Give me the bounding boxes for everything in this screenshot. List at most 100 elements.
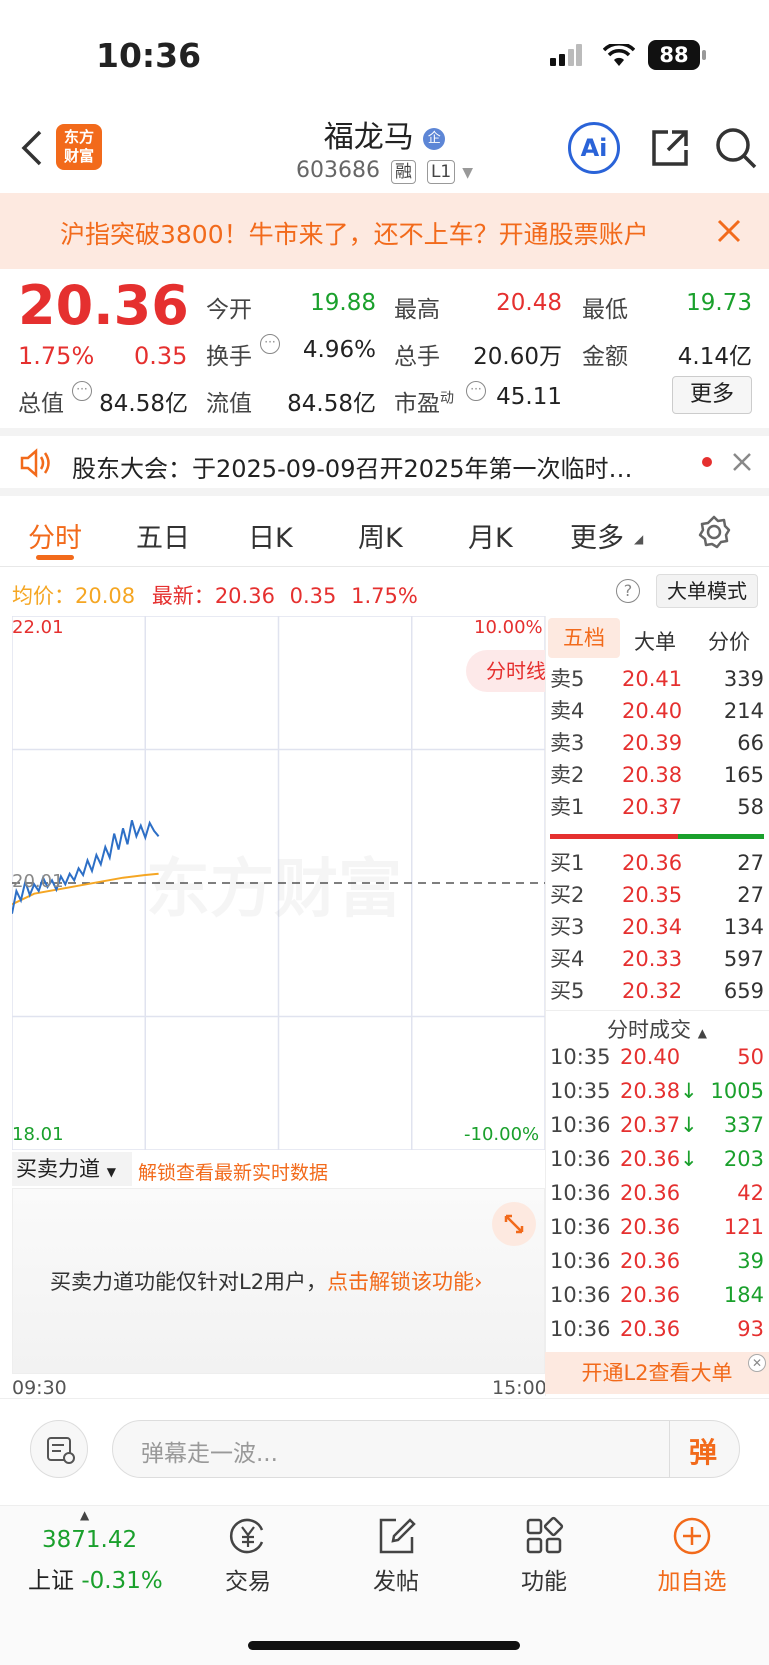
battery-icon: 88 [648,40,700,70]
nav-add-watchlist[interactable]: 加自选 [642,1516,742,1596]
chart-header: 均价：20.08 最新：20.36 0.35 1.75% [12,580,418,610]
l2-banner[interactable]: 开通L2查看大单 [545,1352,769,1394]
comment-input[interactable]: 弹幕走一波... 弹 [112,1420,740,1478]
low-label: 最低 [582,297,628,323]
avg-value: 20.08 [75,584,136,608]
tick-price: 20.36 [620,1317,681,1341]
big-order-mode-button[interactable]: 大单模式 [656,574,758,608]
caret-down-icon: ◢ [634,532,644,546]
pct-max-label: 10.00% [474,617,543,638]
tick-row: 10:35 20.40 50 [550,1040,764,1074]
notice-text[interactable]: 股东大会：于2025-09-09召开2025年第一次临时… [72,449,680,484]
force-dropdown[interactable]: 买卖力道 ▼ [12,1152,132,1186]
info-icon[interactable]: ··· [260,334,280,354]
home-indicator [248,1641,520,1650]
latest-value: 20.36 [214,584,275,608]
force-msg-link[interactable]: 点击解锁该功能 [327,1270,474,1294]
caret-down-icon: ▼ [106,1165,116,1179]
ask-label: 卖5 [550,667,585,691]
tick-volume: 184 [723,1283,764,1307]
ask-row[interactable]: 卖4 20.40 214 [550,695,764,727]
close-icon[interactable]: ✕ [748,1354,766,1372]
ask-row[interactable]: 卖3 20.39 66 [550,727,764,759]
close-icon[interactable] [732,452,752,476]
danmu-button[interactable]: 弹 [689,1431,717,1471]
open-label: 今开 [206,297,252,323]
ask-label: 卖1 [550,795,585,819]
orderbook-tab-five[interactable]: 五档 [548,618,620,658]
close-icon[interactable] [716,218,742,248]
info-icon[interactable]: ··· [72,381,92,401]
share-icon[interactable] [648,126,692,174]
change-percent: 1.75% [18,342,95,370]
chevron-right-icon: › [474,1270,483,1294]
intraday-line-button[interactable]: 分时线 [466,650,545,692]
ask-list: 卖5 20.41 339 卖4 20.40 214 卖3 20.39 66 卖2 20.38 165 卖… [550,663,764,823]
nav-trade[interactable]: 交易 [198,1516,298,1596]
ask-row[interactable]: 卖5 20.41 339 [550,663,764,695]
ticks-list: 10:35 20.40 50 10:35 20.38 ↓ 1005 10:36 20.37 ↓ 33… [550,1040,764,1346]
x-end-label: 15:00 [492,1377,547,1399]
more-button[interactable]: 更多 [672,376,752,414]
tab-weekly-k[interactable]: 周K [358,516,403,555]
ask-row[interactable]: 卖2 20.38 165 [550,759,764,791]
stock-code: 603686 [295,158,380,183]
bid-row[interactable]: 买5 20.32 659 [550,975,764,1007]
ask-price: 20.41 [622,667,683,691]
tab-intraday[interactable]: 分时 [28,516,82,555]
index-row[interactable]: 上证 -0.31% [28,1561,163,1595]
tab-monthly-k[interactable]: 月K [468,516,513,555]
bid-list: 买1 20.36 27 买2 20.35 27 买3 20.34 134 买4 20.33 597 买5… [550,847,764,1007]
tab-five-day[interactable]: 五日 [136,516,190,555]
tick-price: 20.36 [620,1249,681,1273]
tick-time: 10:35 [550,1045,611,1069]
help-icon[interactable]: ? [616,579,640,603]
expand-icon[interactable] [492,1202,536,1246]
bid-row[interactable]: 买4 20.33 597 [550,943,764,975]
unlock-link[interactable]: 解锁查看最新实时数据 [138,1158,328,1185]
tick-volume: 42 [737,1181,764,1205]
gear-icon[interactable] [696,514,732,554]
nav-function[interactable]: 功能 [494,1516,594,1596]
comment-placeholder: 弹幕走一波... [141,1441,278,1467]
amount-label: 金额 [582,344,628,370]
pe-label: 市盈动 [394,384,454,418]
ask-label: 卖3 [550,731,585,755]
float-value: 84.58亿 [287,391,376,417]
bid-price: 20.32 [622,979,683,1003]
y-mid-label: 20.01 [12,871,64,892]
big-order-mode-label: 大单模式 [667,579,747,603]
tab-more[interactable]: 更多 [570,516,624,555]
mktcap-label: 总值 [18,391,64,417]
l2-banner-text: 开通L2查看大单 [581,1361,733,1385]
tick-time: 10:36 [550,1215,611,1239]
tick-arrow: ↓ [680,1147,698,1171]
nav-post[interactable]: 发帖 [346,1516,446,1596]
intraday-line-label: 分时线 [486,659,545,683]
tick-arrow: ↓ [680,1113,698,1137]
index-value[interactable]: 3871.42 [42,1527,137,1553]
tab-daily-k[interactable]: 日K [248,516,293,555]
promo-banner-text[interactable]: 沪指突破3800！牛市来了，还不上车？开通股票账户 [60,215,700,251]
tick-time: 10:36 [550,1181,611,1205]
orderbook-tab-price[interactable]: 分价 [708,626,750,656]
open-value: 19.88 [310,290,376,316]
ask-row[interactable]: 卖1 20.37 58 [550,791,764,823]
x-start-label: 09:30 [12,1377,67,1399]
buy-sell-ratio-bar [550,834,764,839]
y-max-label: 22.01 [12,617,64,638]
bid-price: 20.33 [622,947,683,971]
bid-row[interactable]: 买1 20.36 27 [550,847,764,879]
tick-price: 20.36 [620,1181,681,1205]
avg-label: 均价： [12,584,75,608]
orderbook-tab-big[interactable]: 大单 [634,626,676,656]
ai-button[interactable]: Ai [568,122,620,174]
bid-row[interactable]: 买2 20.35 27 [550,879,764,911]
margin-tag: 融 [390,160,416,184]
search-icon[interactable] [714,126,758,174]
y-min-label: 18.01 [12,1124,64,1145]
comment-list-button[interactable] [30,1420,88,1478]
bid-label: 买3 [550,915,585,939]
comment-bar-divider [0,1398,769,1399]
bid-row[interactable]: 买3 20.34 134 [550,911,764,943]
